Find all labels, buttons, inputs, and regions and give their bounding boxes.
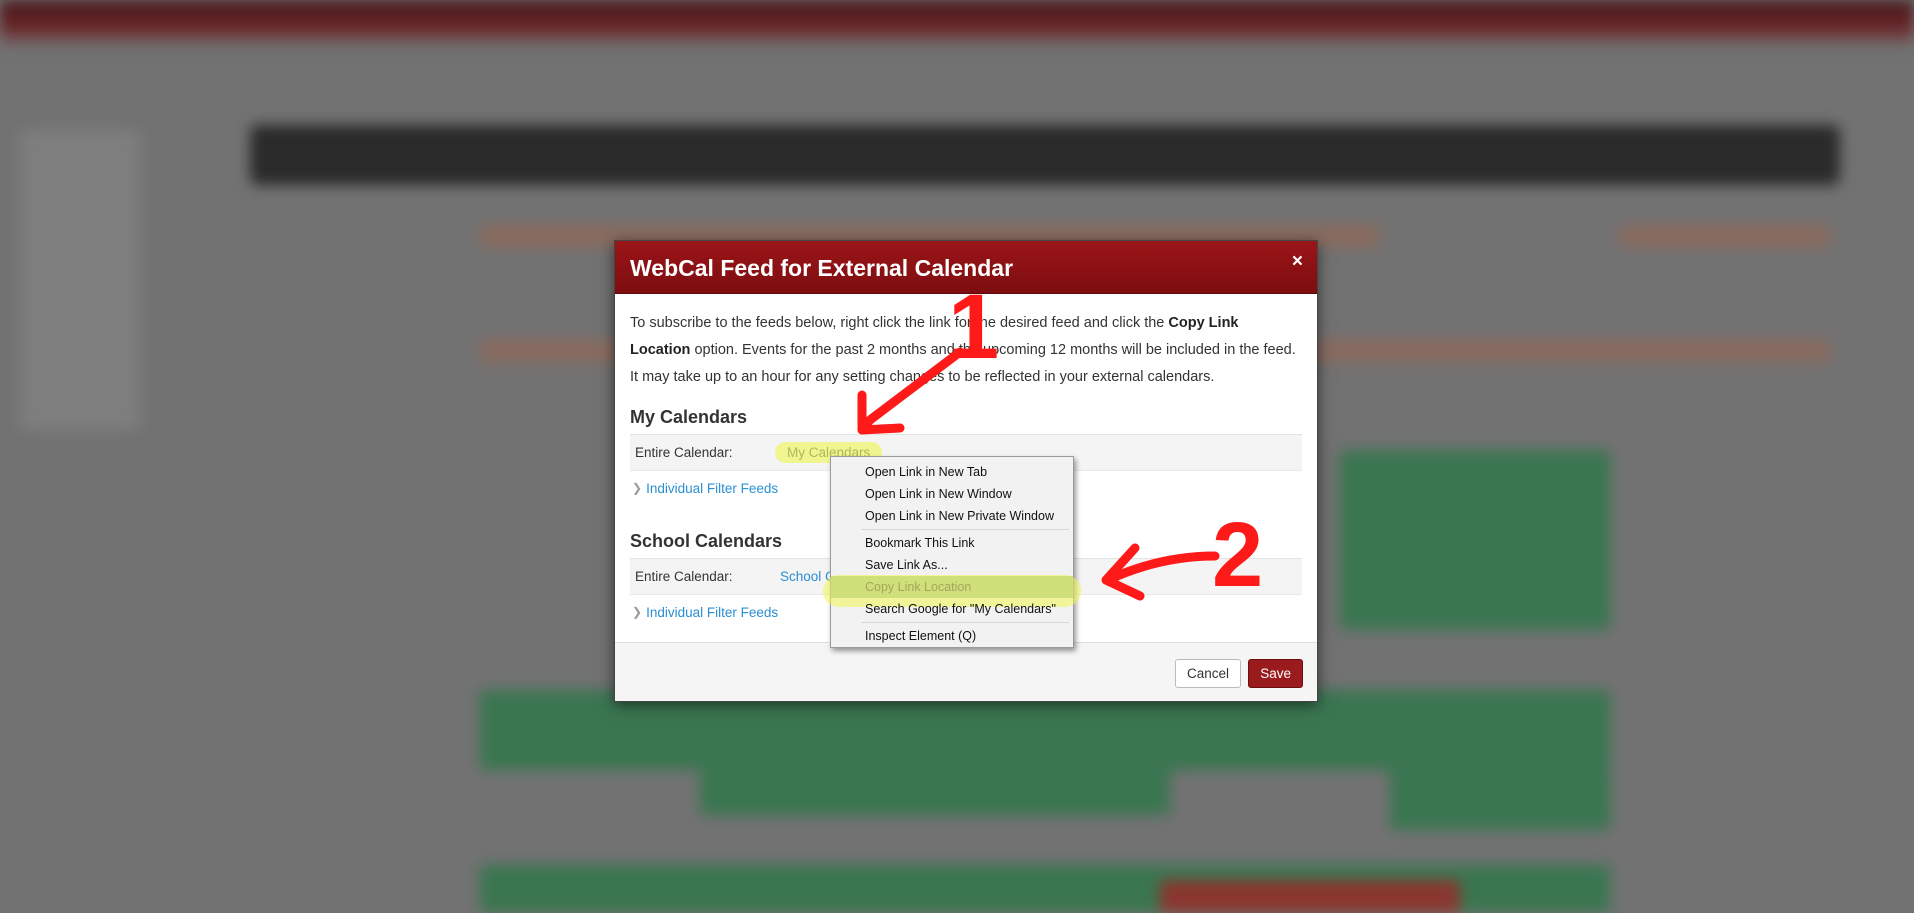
menu-item-inspect-element[interactable]: Inspect Element (Q) bbox=[831, 625, 1073, 647]
menu-item-search-google[interactable]: Search Google for "My Calendars" bbox=[831, 598, 1073, 620]
intro-text-start: To subscribe to the feeds below, right c… bbox=[630, 315, 1169, 331]
chevron-right-icon: ❯ bbox=[632, 481, 643, 495]
my-calendars-heading: My Calendars bbox=[630, 407, 1302, 435]
intro-text-end: option. Events for the past 2 months and… bbox=[630, 342, 1296, 385]
menu-item-open-new-tab[interactable]: Open Link in New Tab bbox=[831, 461, 1073, 483]
link-context-menu: Open Link in New Tab Open Link in New Wi… bbox=[823, 456, 1081, 648]
row-label: Entire Calendar: bbox=[635, 445, 733, 460]
row-label: Entire Calendar: bbox=[635, 569, 733, 584]
individual-filter-feeds-link[interactable]: Individual Filter Feeds bbox=[646, 481, 778, 496]
menu-item-bookmark-link[interactable]: Bookmark This Link bbox=[831, 532, 1073, 554]
modal-title: WebCal Feed for External Calendar bbox=[630, 255, 1014, 281]
individual-filter-feeds-link[interactable]: Individual Filter Feeds bbox=[646, 605, 778, 620]
chevron-right-icon: ❯ bbox=[632, 605, 643, 619]
menu-item-open-private-window[interactable]: Open Link in New Private Window bbox=[831, 505, 1073, 527]
menu-item-save-link-as[interactable]: Save Link As... bbox=[831, 554, 1073, 576]
close-icon[interactable]: × bbox=[1292, 252, 1303, 271]
menu-item-copy-link-location[interactable]: Copy Link Location bbox=[831, 576, 1073, 598]
intro-text: To subscribe to the feeds below, right c… bbox=[630, 310, 1302, 391]
modal-footer: Cancel Save bbox=[615, 642, 1317, 701]
modal-header: WebCal Feed for External Calendar × bbox=[615, 241, 1317, 294]
save-button[interactable]: Save bbox=[1248, 659, 1303, 688]
menu-separator bbox=[861, 529, 1069, 530]
menu-separator bbox=[861, 622, 1069, 623]
menu-item-open-new-window[interactable]: Open Link in New Window bbox=[831, 483, 1073, 505]
cancel-button[interactable]: Cancel bbox=[1174, 659, 1241, 688]
